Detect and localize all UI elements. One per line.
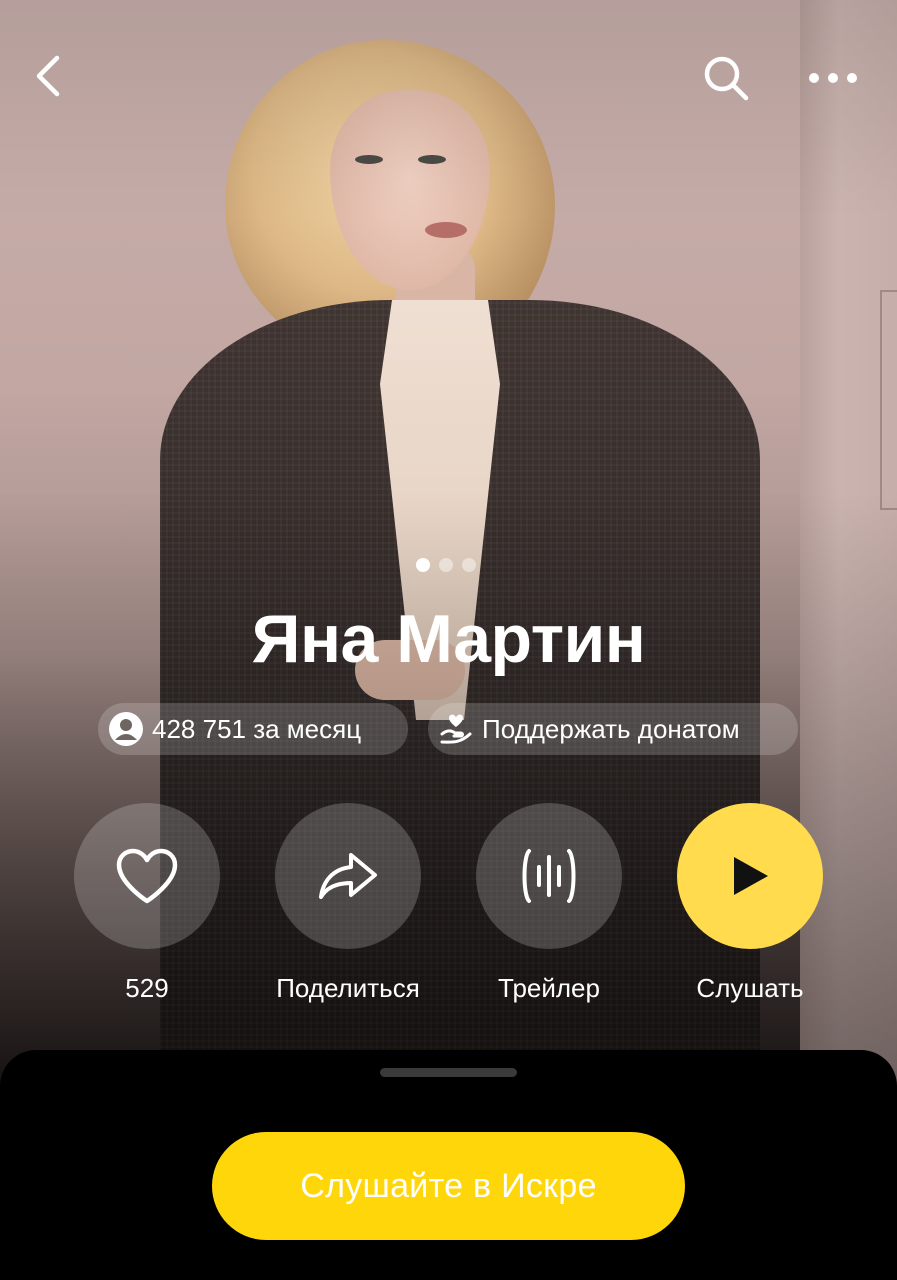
donate-label: Поддержать донатом — [482, 713, 740, 744]
heart-hand-icon — [438, 711, 474, 747]
like-action: 529 — [74, 803, 220, 1004]
share-icon — [319, 853, 377, 899]
share-button[interactable] — [275, 803, 421, 949]
trailer-button[interactable] — [476, 803, 622, 949]
play-icon — [734, 857, 768, 895]
like-count: 529 — [125, 973, 169, 1003]
monthly-listeners-text: 428 751 за месяц — [152, 713, 362, 744]
search-icon — [704, 56, 749, 101]
listen-action: Слушать — [677, 803, 823, 1004]
sheet-drag-handle[interactable] — [380, 1068, 517, 1077]
donate-button[interactable]: Поддержать донатом — [428, 703, 798, 755]
like-button[interactable] — [74, 803, 220, 949]
more-button[interactable] — [800, 48, 866, 108]
carousel-indicator — [416, 558, 476, 572]
chevron-left-icon — [36, 55, 60, 97]
search-button[interactable] — [696, 48, 756, 108]
heart-icon — [116, 848, 178, 904]
share-action: Поделиться — [275, 803, 421, 1004]
back-button[interactable] — [20, 48, 76, 104]
carousel-dot[interactable] — [416, 558, 430, 572]
monthly-listeners-chip: 428 751 за месяц — [98, 703, 408, 755]
artist-name: Яна Мартин — [251, 601, 646, 677]
carousel-dot[interactable] — [439, 558, 453, 572]
carousel-dot[interactable] — [462, 558, 476, 572]
trailer-action: Трейлер — [476, 803, 622, 1004]
play-button[interactable] — [677, 803, 823, 949]
listen-label: Слушать — [696, 973, 804, 1003]
waveform-icon — [522, 849, 576, 903]
share-label: Поделиться — [276, 973, 420, 1003]
person-circle-icon — [108, 711, 144, 747]
trailer-label: Трейлер — [498, 973, 600, 1003]
listen-in-iskra-button[interactable]: Слушайте в Искре — [212, 1132, 685, 1240]
more-horizontal-icon — [809, 73, 857, 83]
